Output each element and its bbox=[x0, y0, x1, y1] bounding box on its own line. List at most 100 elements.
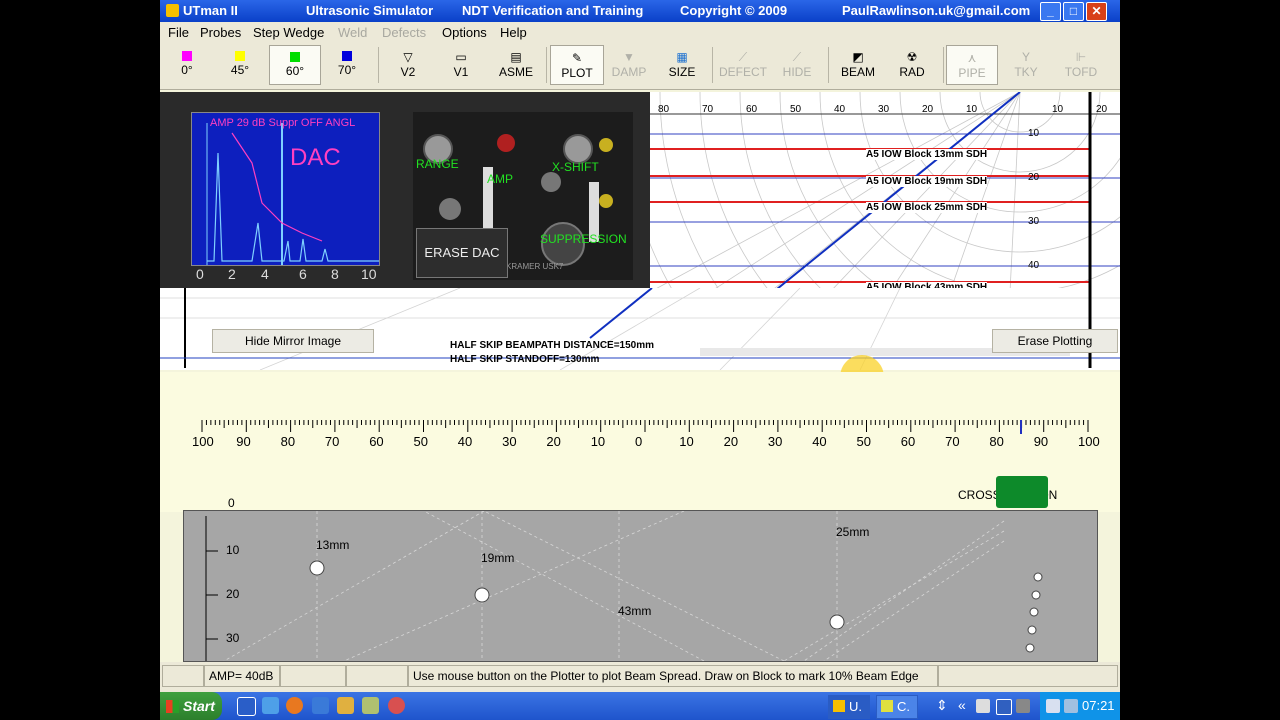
tray-expand-icon[interactable]: « bbox=[958, 697, 966, 713]
scale-label: 20 bbox=[546, 434, 561, 449]
firefox-icon[interactable] bbox=[286, 697, 303, 714]
media-icon[interactable] bbox=[337, 697, 354, 714]
erase-dac-button[interactable]: ERASE DAC bbox=[416, 228, 508, 278]
scale-label: 10 bbox=[679, 434, 694, 449]
hide-button: ⟋ HIDE bbox=[772, 45, 822, 85]
scale-label: 40 bbox=[812, 434, 827, 449]
app-title: UTman II bbox=[166, 3, 238, 18]
pipe-icon: ⋏ bbox=[967, 51, 977, 65]
volume-icon[interactable] bbox=[1064, 699, 1078, 713]
status-pane-empty bbox=[280, 665, 346, 687]
plot-button[interactable]: ✎ PLOT bbox=[550, 45, 604, 85]
scope-tick: 4 bbox=[261, 266, 269, 282]
menu-step-wedge[interactable]: Step Wedge bbox=[253, 25, 324, 40]
menu-options[interactable]: Options bbox=[442, 25, 487, 40]
erase-plotting-button[interactable]: Erase Plotting bbox=[992, 329, 1118, 353]
brand-label: KRAMER USK7 bbox=[506, 262, 564, 271]
block-depth-tick: 10 bbox=[226, 543, 240, 557]
probe-0-button[interactable]: 0° bbox=[164, 45, 210, 85]
network-icon[interactable] bbox=[362, 697, 379, 714]
tray-usb-icon[interactable] bbox=[1016, 699, 1030, 713]
damp-button: ▼ DAMP bbox=[605, 45, 653, 85]
power-light-icon bbox=[497, 134, 515, 152]
desktop-icon[interactable] bbox=[312, 697, 329, 714]
toolbar-separator bbox=[828, 47, 829, 83]
fine-knob-icon[interactable] bbox=[439, 198, 461, 220]
asme-button[interactable]: ▤ ASME bbox=[490, 45, 542, 85]
pencil-task-icon bbox=[881, 700, 893, 712]
v1-button[interactable]: ▭ V1 bbox=[437, 45, 485, 85]
beam-plotter[interactable]: 80 70 60 50 40 30 20 10 10 20 10 20 30 4… bbox=[650, 92, 1120, 290]
menu-probes[interactable]: Probes bbox=[200, 25, 241, 40]
tray-app-icon[interactable] bbox=[976, 699, 990, 713]
status-pane-empty bbox=[346, 665, 408, 687]
task-utman[interactable]: U. bbox=[828, 695, 870, 719]
scale-label: 30 bbox=[767, 434, 783, 449]
beam-button[interactable]: ◩ BEAM bbox=[832, 45, 884, 85]
title-part-email: PaulRawlinson.uk@gmail.com bbox=[842, 3, 1031, 18]
maximize-button[interactable]: □ bbox=[1063, 2, 1084, 21]
app-icon bbox=[166, 4, 179, 17]
blue-swatch-icon bbox=[342, 51, 352, 61]
size-button[interactable]: ▦ SIZE bbox=[658, 45, 706, 85]
hole-label-43mm: 43mm bbox=[618, 604, 652, 618]
toolbar-separator bbox=[546, 47, 547, 83]
hide-mirror-image-button[interactable]: Hide Mirror Image bbox=[212, 329, 374, 353]
half-skip-beampath: HALF SKIP BEAMPATH DISTANCE=150mm bbox=[450, 340, 655, 351]
tofd-button: ⊩ TOFD bbox=[1055, 45, 1107, 85]
browser-icon[interactable] bbox=[262, 697, 279, 714]
hole-label-25mm: 25mm bbox=[836, 525, 870, 539]
task-other[interactable]: C. bbox=[876, 695, 918, 719]
probe-45-button[interactable]: 45° bbox=[216, 45, 264, 85]
status-pane-empty bbox=[162, 665, 204, 687]
asme-block-icon: ▤ bbox=[510, 50, 522, 64]
hide-icon: ⟋ bbox=[792, 50, 802, 64]
rad-button[interactable]: ☢ RAD bbox=[887, 45, 937, 85]
plotter-lower-area: Hide Mirror Image HALF SKIP BEAMPATH DIS… bbox=[160, 288, 1120, 370]
pipe-button: ⋏ PIPE bbox=[946, 45, 998, 85]
probe-60-button[interactable]: 60° bbox=[269, 45, 321, 85]
status-bar: AMP= 40dB Use mouse button on the Plotte… bbox=[160, 662, 1120, 692]
v2-button[interactable]: ▽ V2 bbox=[384, 45, 432, 85]
block-drawing bbox=[205, 511, 1043, 661]
quicktime-icon[interactable] bbox=[388, 697, 405, 714]
menu-file[interactable]: File bbox=[168, 25, 189, 40]
probe-70-button[interactable]: 70° bbox=[323, 45, 371, 85]
scope-tick: 10 bbox=[361, 266, 377, 282]
scale-label: 70 bbox=[324, 434, 340, 449]
scale-label: 80 bbox=[280, 434, 296, 449]
close-button[interactable]: ✕ bbox=[1086, 2, 1107, 21]
plotter-top-tick: 20 bbox=[922, 104, 934, 115]
plotter-top-tick: 80 bbox=[658, 104, 670, 115]
menu-help[interactable]: Help bbox=[500, 25, 527, 40]
scale-label: 60 bbox=[369, 434, 384, 449]
yellow-swatch-icon bbox=[235, 51, 245, 61]
radiation-icon: ☢ bbox=[906, 50, 918, 64]
ie-icon[interactable] bbox=[237, 697, 256, 716]
scope-tick: 8 bbox=[331, 266, 339, 282]
block-depth-tick: 30 bbox=[226, 631, 240, 645]
amp-label: AMP bbox=[487, 172, 514, 186]
magenta-swatch-icon bbox=[182, 51, 192, 61]
utman-task-icon bbox=[833, 700, 845, 712]
clock: 07:21 bbox=[1082, 698, 1115, 713]
minimize-button[interactable]: _ bbox=[1040, 2, 1061, 21]
scale-label: 90 bbox=[1033, 434, 1049, 449]
test-block[interactable]: 10 20 30 13mm 19mm 43mm 25mm bbox=[183, 510, 1098, 662]
probe-icon[interactable] bbox=[996, 476, 1048, 508]
a-scan-screen[interactable]: DAC AMP 29 dB Suppr OFF ANGL bbox=[191, 112, 380, 266]
flaw-detector-panel: DAC AMP 29 dB Suppr OFF ANGL 0 2 4 6 8 1… bbox=[160, 92, 650, 288]
scope-header-text: AMP 29 dB Suppr OFF ANGL bbox=[210, 117, 356, 129]
menu-bar: File Probes Step Wedge Weld Defects Opti… bbox=[160, 22, 1120, 43]
tray-window-icon[interactable] bbox=[996, 699, 1012, 715]
toolbar-separator bbox=[378, 47, 379, 83]
scale-label: 0 bbox=[635, 434, 643, 449]
toolbar-separator bbox=[712, 47, 713, 83]
start-button[interactable]: Start bbox=[160, 692, 222, 720]
network-tray-icon[interactable] bbox=[1046, 699, 1060, 713]
taskbar-scroll-icon[interactable]: ⇕ bbox=[936, 697, 948, 714]
scale-ticks bbox=[201, 420, 1089, 432]
scale-label: 80 bbox=[989, 434, 1004, 449]
gain-knob-icon[interactable] bbox=[541, 172, 561, 192]
plotter-top-tick: 30 bbox=[878, 104, 890, 115]
